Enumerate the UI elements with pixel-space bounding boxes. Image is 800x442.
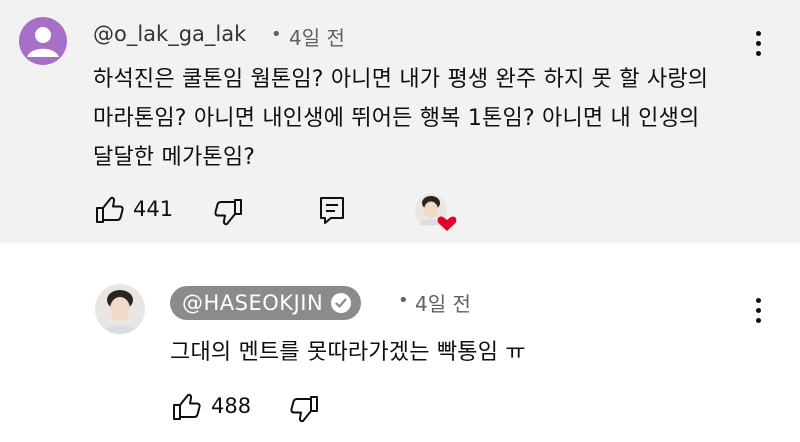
like-count: 441 (133, 197, 174, 221)
comment-text-line: 마라톤임? 아니면 내인생에 뛰어든 행복 1톤임? 아니면 내 인생의 (93, 106, 700, 131)
creator-heart-icon (415, 194, 457, 231)
more-vert-icon[interactable] (753, 298, 763, 323)
verified-check-icon (331, 293, 352, 313)
comment-thread-item: @o_lak_ga_lak • 4일 전 하석진은 쿨톤임 웜톤임? 아니면 내… (0, 0, 800, 243)
reply-text: 그대의 멘트를 못따라가겠는 빡통임 ㅠ (170, 340, 526, 365)
thumbs-up-icon[interactable] (172, 393, 202, 421)
reply-like-count: 488 (211, 394, 252, 418)
thumbs-down-icon[interactable] (213, 198, 243, 226)
comment-text-line: 하석진은 쿨톤임 웜톤임? 아니면 내가 평생 완주 하지 못 할 사랑의 (93, 67, 709, 92)
commenter-avatar[interactable] (19, 17, 67, 65)
reply-time[interactable]: 4일 전 (415, 288, 471, 317)
more-vert-icon[interactable] (753, 31, 763, 56)
comment-text-line: 달달한 메가톤임? (93, 145, 256, 170)
meta-separator: • (271, 24, 282, 45)
thumbs-down-icon[interactable] (289, 395, 319, 423)
thumbs-up-icon[interactable] (95, 196, 125, 224)
creator-photo (95, 284, 145, 334)
reply-icon[interactable] (319, 196, 345, 224)
meta-separator: • (398, 290, 409, 311)
creator-avatar[interactable] (95, 284, 145, 334)
reply-author: @HASEOKJIN (182, 291, 324, 315)
default-avatar-icon (27, 27, 59, 57)
comment-time[interactable]: 4일 전 (289, 22, 345, 51)
comment-author[interactable]: @o_lak_ga_lak (93, 22, 246, 46)
creator-name-badge[interactable]: @HASEOKJIN (170, 286, 362, 320)
